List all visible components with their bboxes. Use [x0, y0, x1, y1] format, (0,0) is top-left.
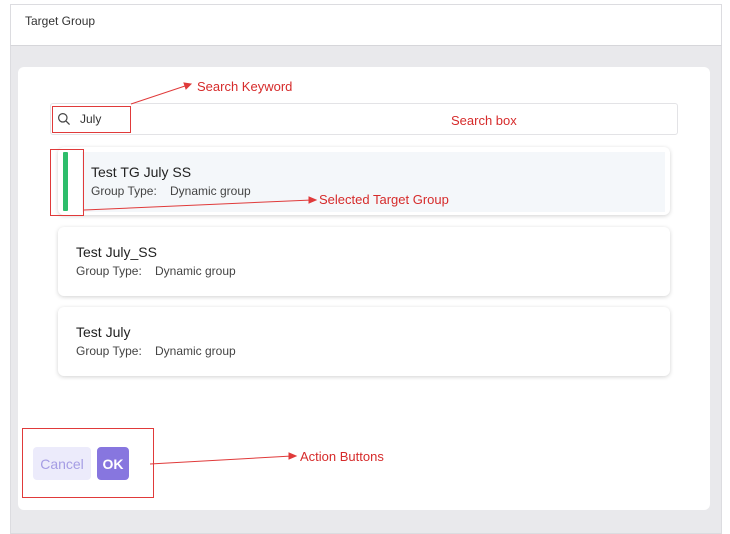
annotation-search-keyword: Search Keyword [197, 79, 293, 94]
annotation-selected-target-group: Selected Target Group [319, 192, 449, 207]
annotation-action-buttons: Action Buttons [300, 449, 384, 464]
annotation-search-box: Search box [451, 113, 517, 128]
